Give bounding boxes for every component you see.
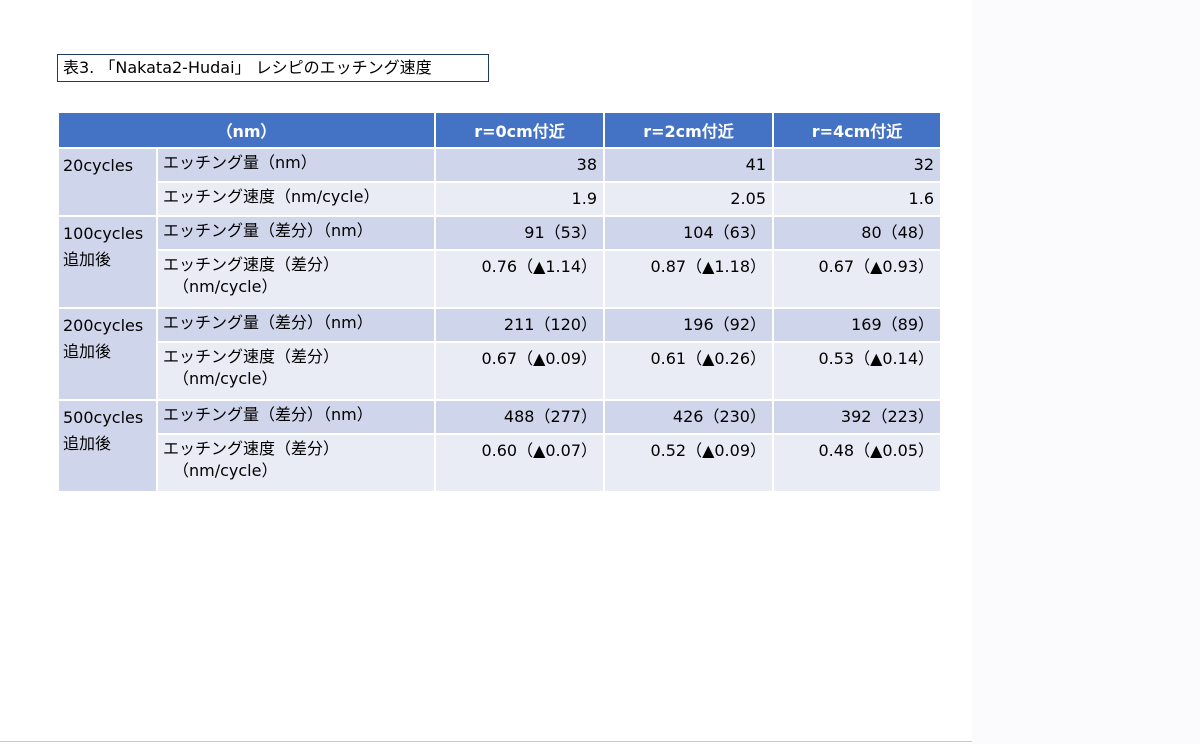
header-col-r0: r=0cm付近: [434, 111, 605, 149]
header-unit: （nm）: [57, 111, 436, 149]
row-label: エッチング量（nm）: [156, 147, 436, 183]
group-name: 20cycles: [63, 156, 134, 175]
header-col-r4: r=4cm付近: [772, 111, 942, 149]
table-row: 500cycles 追加後 エッチング量（差分）（nm） 488（277） 42…: [57, 399, 942, 493]
cell-value: 0.67（▲0.93）: [772, 249, 942, 309]
group-name: 200cycles: [63, 316, 144, 335]
cell-value: 32: [772, 147, 942, 183]
row-label: エッチング量（差分）（nm）: [156, 215, 436, 251]
group-name: 500cycles: [63, 408, 144, 427]
table-row: エッチング速度（差分） （nm/cycle） 0.76（▲1.14） 0.87（…: [58, 249, 942, 309]
row-label: エッチング速度（差分） （nm/cycle）: [156, 249, 436, 309]
row-label-unit: （nm/cycle）: [173, 461, 278, 480]
cell-value: 0.48（▲0.05）: [772, 433, 942, 493]
table-row: エッチング速度（nm/cycle） 1.9 2.05 1.6: [58, 181, 942, 217]
cell-value: 426（230）: [603, 399, 774, 435]
cell-value: 0.87（▲1.18）: [603, 249, 774, 309]
cell-value: 196（92）: [603, 307, 774, 343]
cell-value: 0.52（▲0.09）: [603, 433, 774, 493]
cell-value: 1.6: [772, 181, 942, 217]
cell-value: 0.76（▲1.14）: [434, 249, 605, 309]
background-panel: [972, 0, 1200, 744]
row-label-main: エッチング速度（差分）: [163, 255, 340, 274]
cell-value: 0.53（▲0.14）: [772, 341, 942, 401]
row-label-unit: （nm/cycle）: [173, 369, 278, 388]
table-row: 20cycles エッチング量（nm） 38 41 32: [57, 147, 942, 217]
cell-value: 211（120）: [434, 307, 605, 343]
cell-value: 104（63）: [603, 215, 774, 251]
group-suffix: 追加後: [63, 434, 112, 453]
group-label: 200cycles 追加後: [57, 307, 158, 401]
cell-value: 392（223）: [772, 399, 942, 435]
table-row: 100cycles 追加後 エッチング量（差分）（nm） 91（53） 104（…: [57, 215, 942, 309]
cell-value: 0.67（▲0.09）: [434, 341, 605, 401]
row-label: エッチング速度（nm/cycle）: [156, 181, 436, 217]
cell-value: 488（277）: [434, 399, 605, 435]
row-label-main: エッチング速度（差分）: [163, 439, 340, 458]
header-row: （nm） r=0cm付近 r=2cm付近 r=4cm付近: [57, 111, 942, 149]
cell-value: 2.05: [603, 181, 774, 217]
group-label: 100cycles 追加後: [57, 215, 158, 309]
group-name: 100cycles: [63, 224, 144, 243]
row-label: エッチング量（差分）（nm）: [156, 399, 436, 435]
group-suffix: 追加後: [63, 342, 112, 361]
row-label: エッチング速度（差分） （nm/cycle）: [156, 341, 436, 401]
row-label: エッチング量（差分）（nm）: [156, 307, 436, 343]
group-suffix: 追加後: [63, 250, 112, 269]
cell-value: 0.60（▲0.07）: [434, 433, 605, 493]
row-label-main: エッチング速度（差分）: [163, 347, 340, 366]
header-col-r2: r=2cm付近: [603, 111, 774, 149]
group-label: 20cycles: [57, 147, 158, 217]
table-caption: 表3. 「Nakata2-Hudai」 レシピのエッチング速度: [57, 54, 489, 82]
divider: [0, 741, 972, 742]
table-row: エッチング速度（差分） （nm/cycle） 0.60（▲0.07） 0.52（…: [58, 433, 942, 493]
cell-value: 0.61（▲0.26）: [603, 341, 774, 401]
table-row: 200cycles 追加後 エッチング量（差分）（nm） 211（120） 19…: [57, 307, 942, 401]
cell-value: 41: [603, 147, 774, 183]
cell-value: 1.9: [434, 181, 605, 217]
etching-rate-table: （nm） r=0cm付近 r=2cm付近 r=4cm付近 20cycles エッ…: [57, 111, 942, 493]
cell-value: 91（53）: [434, 215, 605, 251]
row-label-unit: （nm/cycle）: [173, 277, 278, 296]
table-row: エッチング速度（差分） （nm/cycle） 0.67（▲0.09） 0.61（…: [58, 341, 942, 401]
group-label: 500cycles 追加後: [57, 399, 158, 493]
cell-value: 80（48）: [772, 215, 942, 251]
row-label: エッチング速度（差分） （nm/cycle）: [156, 433, 436, 493]
cell-value: 38: [434, 147, 605, 183]
cell-value: 169（89）: [772, 307, 942, 343]
